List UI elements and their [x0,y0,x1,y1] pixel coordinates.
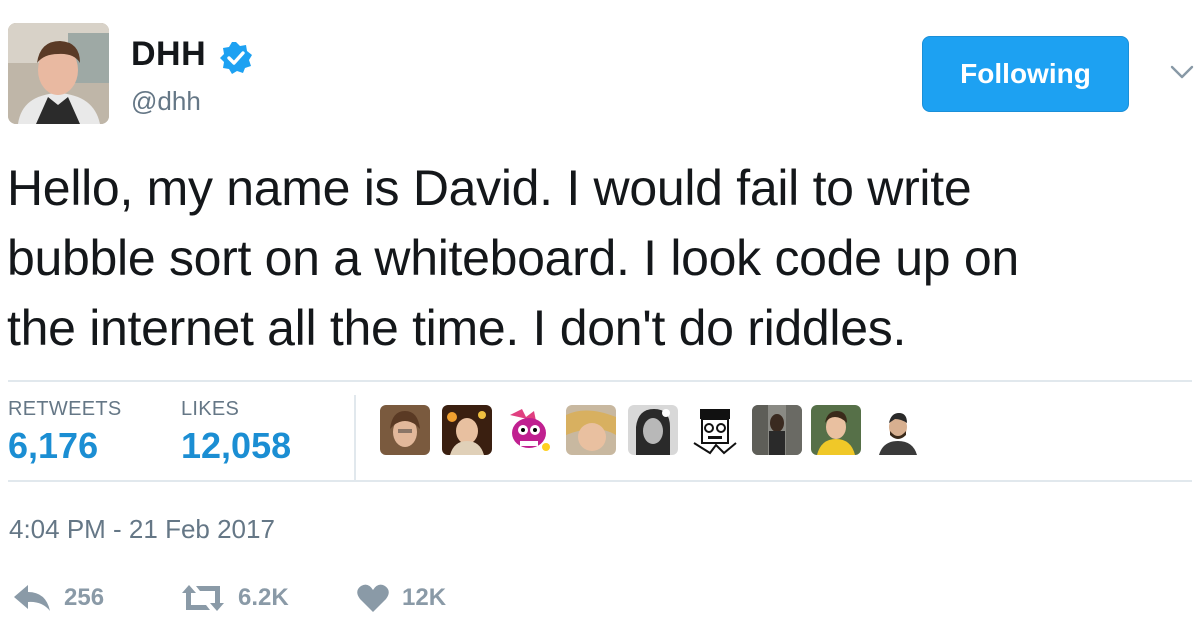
retweets-stat[interactable]: RETWEETS 6,176 [8,398,122,467]
liker-avatar[interactable] [566,405,616,455]
reply-count: 256 [64,584,105,611]
retweet-icon [182,585,224,611]
tweet-timestamp[interactable]: 4:04 PM - 21 Feb 2017 [9,514,275,545]
reply-button[interactable]: 256 [12,580,104,616]
heart-icon [357,584,389,612]
stats-separator [354,395,356,481]
liker-avatar[interactable] [811,405,861,455]
liker-avatar[interactable] [873,405,923,455]
likes-stat[interactable]: LIKES 12,058 [181,398,291,467]
liker-avatar-image [873,405,923,455]
retweets-label: RETWEETS [8,398,122,420]
retweet-count: 6.2K [238,584,289,611]
liker-avatar-image [811,405,861,455]
liker-avatar-image [628,405,678,455]
liker-avatar-image [504,405,554,455]
liker-avatar[interactable] [628,405,678,455]
likes-value: 12,058 [181,425,292,466]
chevron-down-icon[interactable] [1170,60,1194,84]
avatar-photo [8,23,109,124]
liker-avatar-image [690,405,740,455]
tweet-line: the internet all the time. I don't do ri… [7,300,907,356]
liker-avatar[interactable] [380,405,430,455]
likes-label: LIKES [181,398,240,420]
divider [8,480,1192,482]
verified-badge-icon [220,42,252,74]
display-name[interactable]: DHH [131,35,206,74]
tweet-text: Hello, my name is David. I would fail to… [7,153,1177,363]
tweet-line: Hello, my name is David. I would fail to… [7,160,972,216]
liker-avatar-image [442,405,492,455]
liker-avatar-image [380,405,430,455]
retweets-value: 6,176 [8,425,99,466]
like-button[interactable]: 12K [356,580,446,616]
profile-avatar[interactable] [8,23,109,124]
divider [8,380,1192,382]
liker-avatar[interactable] [690,405,740,455]
liker-avatar[interactable] [442,405,492,455]
liker-avatar[interactable] [504,405,554,455]
like-count: 12K [402,584,447,611]
tweet-line: bubble sort on a whiteboard. I look code… [7,230,1019,286]
handle[interactable]: @dhh [131,86,201,117]
liker-avatar[interactable] [752,405,802,455]
reply-icon [14,585,50,611]
liker-avatar-image [752,405,802,455]
liker-avatar-image [566,405,616,455]
following-button[interactable]: Following [922,36,1129,112]
retweet-button[interactable]: 6.2K [180,580,289,616]
